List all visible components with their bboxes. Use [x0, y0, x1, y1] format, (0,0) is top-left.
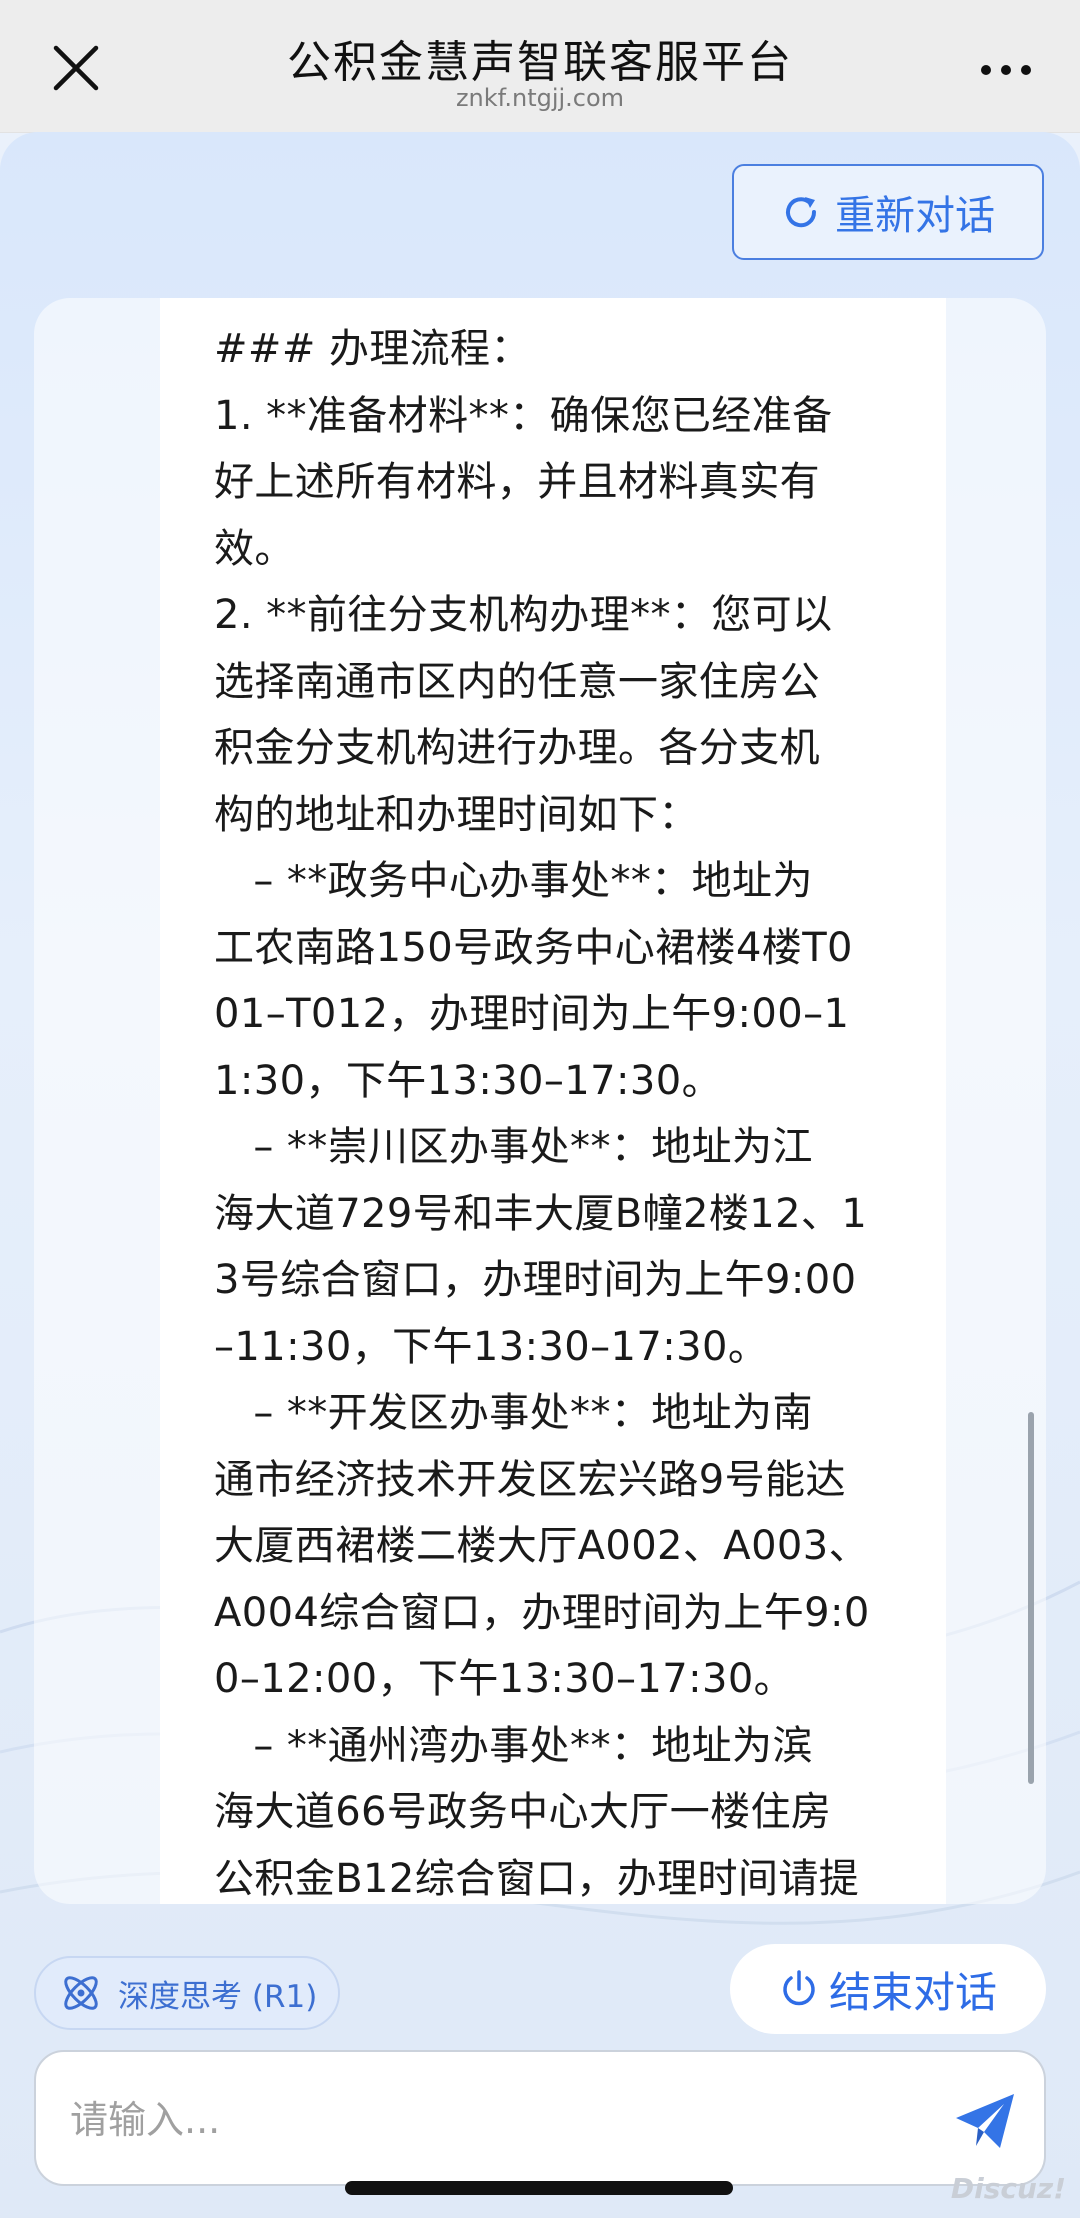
assistant-message-bubble: ### 办理流程： 1. **准备材料**：确保您已经准备 好上述所有材料，并且… [160, 298, 946, 1904]
top-navigation-bar: 公积金慧声智联客服平台 znkf.ntgjj.com [0, 0, 1080, 133]
message-input[interactable] [68, 2086, 932, 2154]
message-line: ### 办理流程： [214, 326, 531, 372]
power-icon [783, 1970, 815, 2006]
message-line: A004综合窗口，办理时间为上午9:0 [214, 1589, 870, 1636]
message-line: 效。 [214, 525, 295, 572]
watermark-logo: Discuz! [950, 2172, 1066, 2205]
scrollbar-thumb[interactable] [1028, 1412, 1034, 1784]
message-line: 2. **前往分支机构办理**：您可以 [214, 592, 833, 638]
message-input-container [34, 2050, 1046, 2186]
chat-area: 重新对话 ### 办理流程： 1. **准备材料**：确保您已经准备 好上述所有… [0, 132, 1080, 2218]
message-line: 1:30，下午13:30–17:30。 [214, 1057, 722, 1104]
atom-icon [64, 1976, 98, 2010]
message-line: – **崇川区办事处**：地址为江 [214, 1124, 813, 1170]
message-line: 好上述所有材料，并且材料真实有 [214, 459, 820, 505]
message-line: 工农南路150号政务中心裙楼4楼T0 [214, 924, 853, 971]
message-line: – **通州湾办事处**：地址为滨 [214, 1722, 813, 1769]
message-line: – **政务中心办事处**：地址为 [214, 858, 813, 904]
message-line: 大厦西裙楼二楼大厅A002、A003、 [214, 1523, 870, 1569]
message-line: 海大道729号和丰大厦B幢2楼12、1 [214, 1190, 868, 1237]
deep-think-toggle[interactable]: 深度思考 (R1) [34, 1956, 340, 2030]
message-line: 01–T012，办理时间为上午9:00–1 [214, 991, 850, 1037]
message-line: 公积金B12综合窗口，办理时间请提 [214, 1855, 860, 1902]
message-line: 构的地址和办理时间如下： [214, 791, 699, 838]
message-line: 选择南通市区内的任意一家住房公 [214, 658, 820, 705]
deep-think-label: 深度思考 (R1) [118, 1978, 318, 2015]
message-text: ### 办理流程： 1. **准备材料**：确保您已经准备 好上述所有材料，并且… [214, 316, 904, 1904]
more-icon[interactable] [976, 48, 1036, 88]
home-indicator [345, 2181, 733, 2195]
end-conversation-button[interactable]: 结束对话 [730, 1944, 1046, 2034]
send-icon[interactable] [954, 2092, 1016, 2150]
message-line: 3号综合窗口，办理时间为上午9:00 [214, 1257, 857, 1303]
message-line: 海大道66号政务中心大厅一楼住房 [214, 1789, 832, 1835]
message-line: –11:30，下午13:30–17:30。 [214, 1323, 769, 1370]
message-line: 0–12:00，下午13:30–17:30。 [214, 1656, 795, 1702]
restart-label: 重新对话 [835, 193, 995, 239]
restart-conversation-button[interactable]: 重新对话 [732, 164, 1044, 260]
message-line: – **开发区办事处**：地址为南 [214, 1390, 813, 1436]
message-line: 1. **准备材料**：确保您已经准备 [214, 392, 833, 439]
message-scroll-container[interactable]: ### 办理流程： 1. **准备材料**：确保您已经准备 好上述所有材料，并且… [34, 298, 1046, 1904]
page-title: 公积金慧声智联客服平台 [287, 37, 793, 88]
message-line: 积金分支机构进行办理。各分支机 [214, 725, 820, 771]
refresh-icon [786, 197, 817, 228]
page-domain: znkf.ntgjj.com [455, 84, 625, 112]
message-line: 通市经济技术开发区宏兴路9号能达 [214, 1456, 846, 1503]
end-conversation-label: 结束对话 [828, 1967, 997, 2017]
